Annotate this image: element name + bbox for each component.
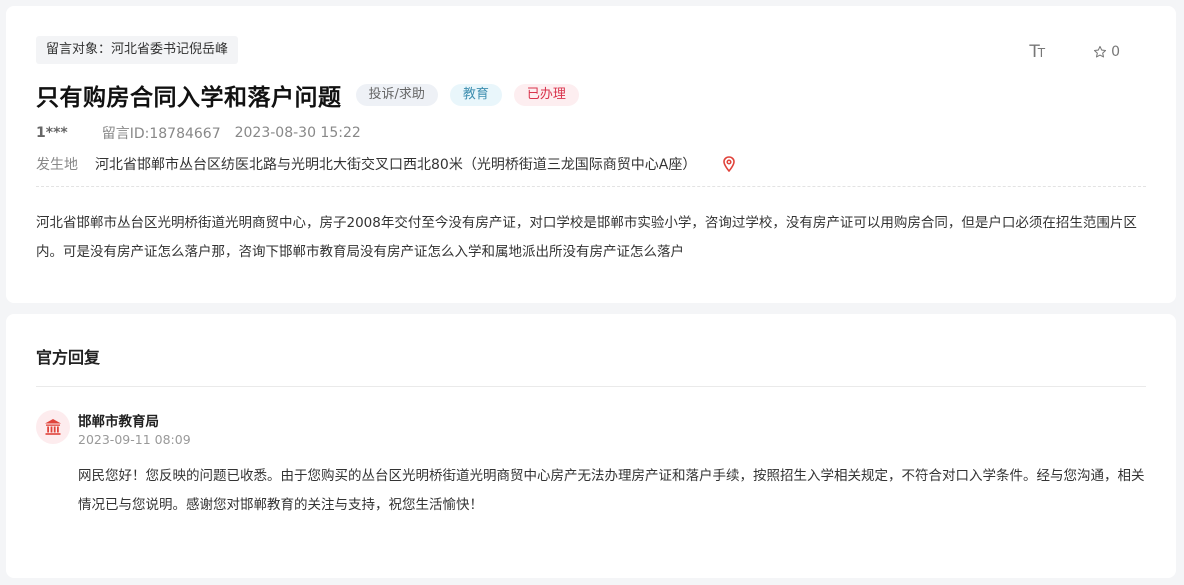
star-icon (1094, 45, 1107, 58)
toolbar: TT 0 (1029, 42, 1120, 62)
font-size-big-letter: T (1029, 42, 1039, 62)
reply-body: 网民您好！您反映的问题已收悉。由于您购买的丛台区光明桥街道光明商贸中心房产无法办… (78, 468, 1145, 513)
location-label: 发生地 (36, 157, 78, 173)
font-size-icon[interactable]: TT (1029, 42, 1045, 62)
message-id: 留言ID:18784667 (101, 126, 221, 142)
title-row: 只有购房合同入学和落户问题 投诉/求助 教育 已办理 (36, 78, 591, 112)
reply-section-title: 官方回复 (36, 348, 101, 367)
message-time: 2023-08-30 15:22 (234, 125, 361, 141)
location-value: 河北省邯郸市丛台区纺医北路与光明北大街交叉口西北80米（光明桥街道三龙国际商贸中… (95, 157, 697, 173)
message-user: 1*** (36, 125, 68, 141)
government-building-icon (45, 419, 61, 435)
message-target: 留言对象：河北省委书记倪岳峰 (36, 36, 239, 64)
official-reply-card: 官方回复 邯郸市教育局 2023-09-11 08:09 网民您好！您反映的问题… (6, 314, 1176, 578)
reply-time: 2023-09-11 08:09 (78, 432, 191, 447)
divider (36, 386, 1146, 387)
favorite-button[interactable]: 0 (1093, 44, 1120, 60)
category-tag: 投诉/求助 (355, 84, 438, 106)
field-tag: 教育 (449, 84, 502, 106)
reply-org-name: 邯郸市教育局 (78, 414, 159, 430)
location-pin-icon[interactable] (722, 156, 736, 172)
message-body: 河北省邯郸市丛台区光明桥街道光明商贸中心，房子2008年交付至今没有房产证，对口… (36, 215, 1137, 260)
meta-row: 1*** 留言ID:18784667 2023-08-30 15:22 (36, 123, 361, 143)
page-title: 只有购房合同入学和落户问题 (36, 85, 342, 111)
message-card: 留言对象：河北省委书记倪岳峰 TT 0 只有购房合同入学和落户问题 投诉/求助 … (6, 6, 1176, 303)
location-row: 发生地 河北省邯郸市丛台区纺医北路与光明北大街交叉口西北80米（光明桥街道三龙国… (36, 154, 736, 174)
favorite-count: 0 (1111, 44, 1120, 60)
status-badge: 已办理 (513, 84, 579, 106)
divider (36, 186, 1146, 187)
avatar (36, 410, 70, 444)
font-size-small-letter: T (1037, 46, 1045, 60)
